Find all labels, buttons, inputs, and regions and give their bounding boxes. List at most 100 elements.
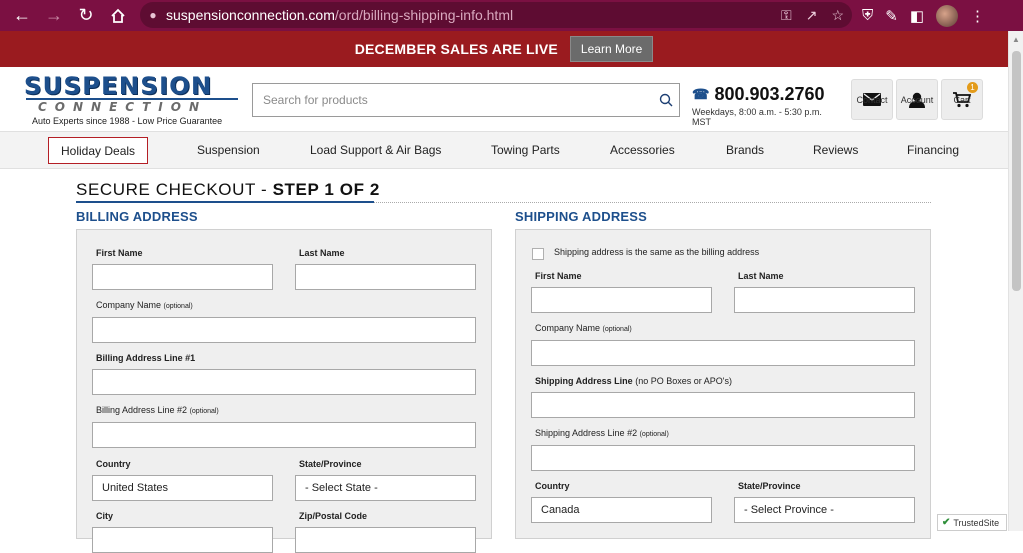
billing-zip-label: Zip/Postal Code: [299, 511, 368, 521]
scrollbar-thumb[interactable]: [1012, 51, 1021, 291]
promo-text: DECEMBER SALES ARE LIVE: [354, 41, 558, 57]
contact-label: Contact: [856, 94, 888, 105]
shipping-first-name-field[interactable]: [531, 287, 712, 313]
site-logo[interactable]: SUSPENSION CONNECTION Auto Experts since…: [23, 72, 238, 126]
account-button[interactable]: Account: [896, 79, 938, 120]
nav-accessories[interactable]: Accessories: [610, 137, 675, 164]
site-header: SUSPENSION CONNECTION Auto Experts since…: [0, 67, 1008, 131]
promo-banner: DECEMBER SALES ARE LIVE Learn More: [0, 31, 1008, 67]
billing-line2-text: Billing Address Line #2: [96, 405, 188, 415]
search-input[interactable]: [253, 85, 653, 115]
billing-last-name-field[interactable]: [295, 264, 476, 290]
page-title: SECURE CHECKOUT - STEP 1 OF 2: [76, 180, 380, 200]
account-label: Account: [900, 94, 934, 105]
billing-last-name-label: Last Name: [299, 248, 345, 258]
billing-line2-field[interactable]: [92, 422, 476, 448]
url-path: /ord/billing-shipping-info.html: [334, 7, 514, 23]
billing-line2-label: Billing Address Line #2 (optional): [96, 405, 219, 415]
shipping-line1-note: (no PO Boxes or APO's): [635, 376, 732, 386]
title-underline: [76, 201, 374, 203]
key-icon[interactable]: ⚿: [781, 7, 792, 24]
title-step: STEP 1 OF 2: [272, 180, 380, 199]
bookmark-star-icon[interactable]: ☆: [831, 7, 844, 24]
shipping-first-name-label: First Name: [535, 271, 582, 281]
shipping-company-field[interactable]: [531, 340, 915, 366]
site-info-icon[interactable]: ●: [140, 8, 166, 22]
billing-panel: First Name Last Name Company Name (optio…: [76, 229, 492, 553]
page-scrollbar[interactable]: ▲: [1008, 31, 1023, 531]
shipping-panel: Shipping address is the same as the bill…: [515, 229, 931, 539]
nav-suspension[interactable]: Suspension: [197, 137, 260, 164]
search-box: [252, 83, 680, 117]
address-bar[interactable]: ● suspensionconnection.com/ord/billing-s…: [140, 2, 852, 28]
billing-company-text: Company Name: [96, 300, 162, 310]
billing-country-label: Country: [96, 459, 131, 469]
shipping-company-optional: (optional): [602, 326, 632, 333]
shipping-state-select[interactable]: - Select Province -: [734, 497, 915, 523]
phone-icon: ☎: [692, 86, 710, 102]
billing-heading: BILLING ADDRESS: [76, 209, 198, 224]
shipping-line1-text: Shipping Address Line: [535, 376, 633, 386]
nav-holiday-deals[interactable]: Holiday Deals: [48, 137, 149, 164]
home-icon[interactable]: [102, 0, 134, 31]
shipping-country-select[interactable]: Canada: [531, 497, 712, 523]
billing-line1-label: Billing Address Line #1: [96, 353, 196, 363]
billing-first-name-label: First Name: [96, 248, 143, 258]
phone-number[interactable]: 800.903.2760: [714, 84, 824, 105]
contact-button[interactable]: Contact: [851, 79, 893, 120]
billing-line1-field[interactable]: [92, 369, 476, 395]
side-panel-icon[interactable]: ◧: [910, 7, 924, 25]
nav-brands[interactable]: Brands: [726, 137, 764, 164]
browser-toolbar: ← → ↻ ● suspensionconnection.com/ord/bil…: [0, 0, 1023, 31]
shipping-heading: SHIPPING ADDRESS: [515, 209, 648, 224]
learn-more-button[interactable]: Learn More: [569, 36, 654, 62]
same-as-billing-label[interactable]: Shipping address is the same as the bill…: [554, 247, 759, 257]
business-hours: Weekdays, 8:00 a.m. - 5:30 p.m. MST: [692, 107, 822, 127]
search-icon[interactable]: [653, 93, 679, 107]
forward-icon[interactable]: →: [38, 0, 70, 31]
shipping-line2-text: Shipping Address Line #2: [535, 428, 638, 438]
share-icon[interactable]: ↗: [806, 7, 818, 24]
billing-first-name-field[interactable]: [92, 264, 273, 290]
nav-towing-parts[interactable]: Towing Parts: [491, 137, 560, 164]
scroll-up-icon[interactable]: ▲: [1012, 35, 1020, 44]
shipping-line2-optional: (optional): [639, 431, 669, 438]
billing-state-label: State/Province: [299, 459, 362, 469]
nav-financing[interactable]: Financing: [907, 137, 959, 164]
shipping-last-name-field[interactable]: [734, 287, 915, 313]
billing-company-optional: (optional): [163, 303, 193, 310]
extensions-puzzle-icon[interactable]: ✎: [885, 7, 898, 25]
shipping-country-label: Country: [535, 481, 570, 491]
same-as-billing-checkbox[interactable]: [532, 248, 544, 260]
logo-word-connection: CONNECTION: [26, 98, 238, 114]
trustedsite-label: TrustedSite: [953, 517, 1000, 528]
shipping-line1-field[interactable]: [531, 392, 915, 418]
trustedsite-badge[interactable]: ✔ TrustedSite: [937, 514, 1007, 531]
cart-label: Cart: [953, 94, 971, 105]
nav-load-support[interactable]: Load Support & Air Bags: [310, 137, 441, 164]
shield-extension-icon[interactable]: ⛨: [862, 7, 873, 24]
nav-reviews[interactable]: Reviews: [813, 137, 858, 164]
shipping-line1-label: Shipping Address Line (no PO Boxes or AP…: [535, 376, 732, 386]
billing-city-label: City: [96, 511, 114, 521]
cart-count-badge: 1: [967, 82, 978, 93]
billing-state-select[interactable]: - Select State -: [295, 475, 476, 501]
billing-company-field[interactable]: [92, 317, 476, 343]
shipping-state-label: State/Province: [738, 481, 801, 491]
title-prefix: SECURE CHECKOUT -: [76, 180, 273, 199]
billing-line2-optional: (optional): [189, 408, 219, 415]
profile-avatar[interactable]: [936, 4, 959, 27]
shipping-line2-field[interactable]: [531, 445, 915, 471]
logo-tagline: Auto Experts since 1988 - Low Price Guar…: [32, 116, 223, 126]
url-domain: suspensionconnection.com: [166, 7, 335, 23]
main-nav: Holiday Deals Suspension Load Support & …: [0, 131, 1008, 169]
check-icon: ✔: [942, 517, 951, 528]
reload-icon[interactable]: ↻: [70, 0, 102, 31]
back-icon[interactable]: ←: [6, 0, 38, 31]
cart-button[interactable]: Cart 1: [941, 79, 983, 120]
logo-word-suspension: SUSPENSION: [23, 72, 213, 100]
shipping-last-name-label: Last Name: [738, 271, 784, 281]
menu-dots-icon[interactable]: ⋮: [970, 7, 985, 25]
billing-country-select[interactable]: United States: [92, 475, 273, 501]
shipping-line2-label: Shipping Address Line #2 (optional): [535, 428, 669, 438]
